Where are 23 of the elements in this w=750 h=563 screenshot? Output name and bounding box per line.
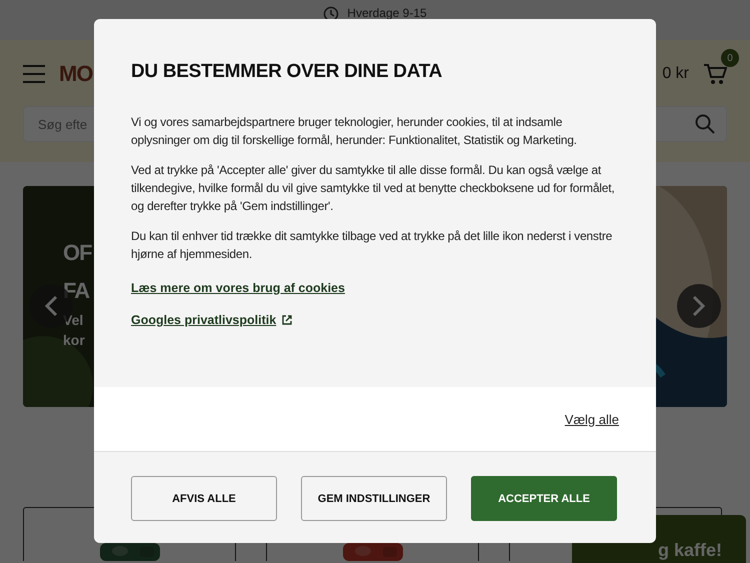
search-icon[interactable] xyxy=(695,114,715,134)
link[interactable]: Googles privatlivspolitik xyxy=(131,313,292,327)
chevron-left-icon xyxy=(44,295,58,317)
dialog-title: DU BESTEMMER OVER DINE DATA xyxy=(131,61,444,83)
hero-subtitle: kor xyxy=(63,331,85,350)
accept-button[interactable]: ACCEPTER ALLE xyxy=(471,476,617,521)
hero-heading: OF xyxy=(63,239,92,267)
paragraph: Vi og vores samarbejdspartnere bruger teknologier, herunder cookies, til at indsamle oplysninger om dig til forskellige formål, herunder: Funktionalitet, Statistik og Marketing. xyxy=(131,114,578,149)
opening-hours: Hverdage 9-15 xyxy=(347,6,427,20)
paragraph: Ved at trykke på 'Accepter alle' giver du samtykke til alle disse formål. Du kan også vælge at tilkendegive, hvilke formål du vil give samtykke til ved at benytte checkboksene ud for formålet, og derefter trykke på 'Gem indstillinger'. xyxy=(131,162,616,215)
select-all-link[interactable]: Vælg alle xyxy=(564,412,619,426)
cart-icon[interactable] xyxy=(703,63,727,85)
chevron-right-icon xyxy=(692,295,706,317)
hero-heading: FA xyxy=(63,277,90,305)
hero-subtitle: Vel xyxy=(63,311,84,330)
menu-icon[interactable] xyxy=(23,65,45,83)
cart-count-badge: 0 xyxy=(721,49,739,67)
consent-button[interactable]: AFVIS ALLE xyxy=(131,476,277,521)
clock-icon xyxy=(323,6,340,22)
consent-button[interactable]: GEM INDSTILLINGER xyxy=(301,476,447,521)
cart-total: 0 kr xyxy=(662,65,689,83)
paragraph: Du kan til enhver tid trække dit samtykke tilbage ved at trykke på det lille ikon nederst i venstre hjørne af hjemmesiden. xyxy=(131,228,614,263)
link[interactable]: Læs mere om vores brug af cookies xyxy=(131,281,345,295)
